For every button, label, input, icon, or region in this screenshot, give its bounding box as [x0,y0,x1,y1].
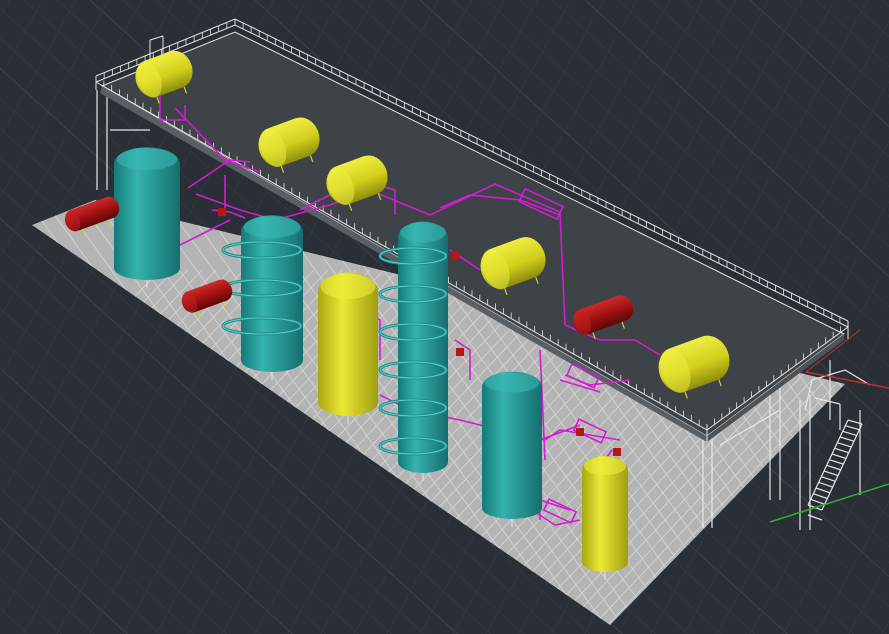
valve-icon[interactable] [576,428,584,436]
valve-icon[interactable] [456,348,464,356]
yellow-vessel[interactable] [582,456,628,580]
model-space-3d-view[interactable] [0,0,889,634]
cad-viewport[interactable] [0,0,889,634]
valve-icon[interactable] [218,208,226,216]
valve-icon[interactable] [613,448,621,456]
teal-vessel[interactable] [482,371,542,527]
teal-vessel[interactable] [114,147,180,288]
yellow-tower[interactable] [318,272,378,424]
valve-icon[interactable] [451,251,459,259]
